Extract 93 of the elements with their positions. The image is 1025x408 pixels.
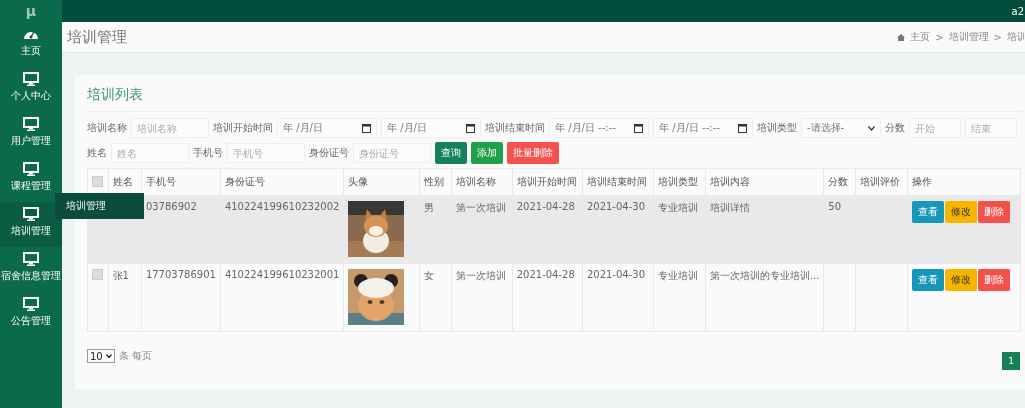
- action-button[interactable]: 添加: [471, 142, 503, 164]
- logo: μ: [25, 2, 37, 21]
- caret-icon: [868, 125, 875, 131]
- breadcrumb-link[interactable]: 培训管理: [948, 30, 989, 44]
- monitor-icon: [23, 207, 39, 221]
- table-cell: 2021-04-30: [586, 201, 646, 212]
- column-header: 分数: [823, 168, 856, 196]
- page-button[interactable]: 1: [1002, 352, 1020, 370]
- filter-label: 手机号: [193, 146, 223, 160]
- sidebar-item[interactable]: 公告管理: [0, 292, 62, 337]
- filter-label: 培训结束时间: [485, 121, 545, 135]
- column-header: 培训类型: [653, 168, 706, 196]
- table-cell: 女: [423, 270, 434, 281]
- filter-label: 身份证号: [309, 146, 349, 160]
- date-field[interactable]: 年 /月/日: [381, 118, 481, 138]
- filter-label: 培训类型: [757, 121, 797, 135]
- column-header: 培训结束时间: [582, 168, 654, 196]
- table-cell: 张1: [112, 270, 129, 281]
- action-button[interactable]: 删除: [977, 201, 1010, 223]
- input-field[interactable]: 身份证号: [353, 143, 431, 163]
- checkbox[interactable]: [92, 269, 103, 280]
- sidebar-item[interactable]: 主页: [0, 22, 62, 67]
- table-cell: 410224199610232002: [224, 201, 340, 212]
- card-title: 培训列表: [87, 81, 1021, 112]
- sidebar-tooltip: 培训管理: [55, 193, 144, 219]
- action-button[interactable]: 查看: [911, 269, 944, 291]
- filter-label: 分数: [885, 121, 905, 135]
- calendar-icon[interactable]: [466, 123, 475, 133]
- table-cell: 第一次培训的专业培训...: [709, 270, 820, 281]
- table-cell: 第一次培训: [455, 270, 506, 281]
- table-cell: 17703786901: [145, 269, 216, 280]
- column-header: 手机号: [141, 168, 221, 196]
- table-cell: 第一次培训: [455, 202, 506, 213]
- action-button[interactable]: 修改: [944, 269, 977, 291]
- input-field[interactable]: 培训名称: [131, 118, 209, 138]
- input-field[interactable]: 开始: [909, 118, 961, 138]
- table-cell: 50: [828, 201, 842, 212]
- user-name[interactable]: a2: [1011, 5, 1024, 17]
- input-field[interactable]: 结束: [965, 118, 1017, 138]
- filter-label: 培训开始时间: [213, 121, 273, 135]
- date-field[interactable]: 年 /月/日 --:--: [549, 118, 649, 138]
- page-size-label: 条 每页: [118, 349, 152, 363]
- home-icon: [897, 33, 906, 41]
- column-header: 头像: [343, 168, 420, 196]
- table-cell: 培训详情: [709, 202, 750, 213]
- filter-label: 培训名称: [87, 121, 127, 135]
- sidebar-item[interactable]: 培训管理: [0, 202, 62, 247]
- breadcrumb-separator: >: [935, 31, 944, 43]
- column-header: 培训名称: [451, 168, 513, 196]
- sidebar-item[interactable]: 宿舍信息管理: [0, 247, 62, 292]
- monitor-icon: [23, 297, 39, 311]
- table-cell: 专业培训: [657, 202, 698, 213]
- table-cell: 男: [423, 202, 434, 213]
- table-cell: 03786902: [145, 201, 197, 212]
- monitor-icon: [23, 252, 39, 266]
- page-title: 培训管理: [67, 27, 127, 47]
- input-field[interactable]: 手机号: [227, 143, 305, 163]
- action-button[interactable]: 查询: [435, 142, 467, 164]
- table-cell: 2021-04-28: [516, 269, 575, 280]
- action-button[interactable]: 删除: [977, 269, 1010, 291]
- select-field[interactable]: -请选择-: [801, 118, 881, 138]
- date-field[interactable]: 年 /月/日 --:--: [653, 118, 753, 138]
- monitor-icon: [23, 162, 39, 176]
- column-header: 操作: [907, 168, 1021, 196]
- column-header: 培训内容: [705, 168, 824, 196]
- table-cell: 410224199610232001: [224, 269, 340, 280]
- calendar-icon[interactable]: [738, 123, 747, 133]
- column-header: 身份证号: [220, 168, 344, 196]
- calendar-icon[interactable]: [634, 123, 643, 133]
- action-button[interactable]: 修改: [944, 201, 977, 223]
- monitor-icon: [23, 117, 39, 131]
- checkbox[interactable]: [92, 175, 103, 187]
- page-size-select[interactable]: 10: [87, 349, 115, 363]
- column-header: 培训开始时间: [512, 168, 583, 196]
- filter-label: 姓名: [87, 146, 107, 160]
- breadcrumb-link[interactable]: 主页: [910, 30, 931, 44]
- sidebar-item[interactable]: 用户管理: [0, 112, 62, 157]
- table-row[interactable]: 张1 17703786901 410224199610232001 女 第一次培训 2021-04-28 2021-04-30 专业培训 第一次培训的专业培训... 查看 修改 删除: [87, 263, 1021, 332]
- action-button[interactable]: 查看: [911, 201, 944, 223]
- input-field[interactable]: 姓名: [111, 143, 189, 163]
- breadcrumb-separator: >: [993, 31, 1002, 43]
- date-field[interactable]: 年 /月/日: [277, 118, 377, 138]
- table-cell: 2021-04-28: [516, 201, 575, 212]
- breadcrumb-link[interactable]: 培训: [1007, 30, 1025, 44]
- action-button[interactable]: 批量删除: [507, 142, 559, 164]
- sidebar-item[interactable]: 个人中心: [0, 67, 62, 112]
- column-header: 培训评价: [855, 168, 908, 196]
- monitor-icon: [23, 72, 39, 86]
- calendar-icon[interactable]: [362, 123, 371, 133]
- table-cell: 专业培训: [657, 270, 698, 281]
- caret-icon: [105, 354, 112, 358]
- table-cell: 2021-04-30: [586, 269, 646, 280]
- column-header: 性别: [419, 168, 452, 196]
